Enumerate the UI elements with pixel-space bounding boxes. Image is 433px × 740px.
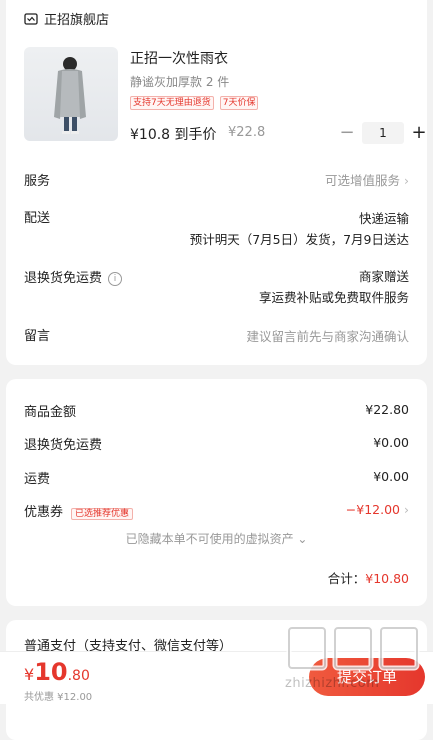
shipping-value: ¥0.00 bbox=[373, 469, 409, 484]
amount-integer: 10 bbox=[34, 658, 68, 686]
delivery-detail: 预计明天（7月5日）发货，7月9日送达 bbox=[189, 232, 409, 247]
product-image[interactable] bbox=[24, 47, 118, 141]
return-policy-tag: 支持7天无理由退货 bbox=[130, 96, 214, 110]
minus-button[interactable]: − bbox=[336, 122, 358, 144]
store-header[interactable]: 正招旗舰店 bbox=[24, 9, 109, 28]
total-row: 合计：¥10.80 bbox=[328, 568, 409, 587]
price-protect-tag: 7天价保 bbox=[219, 96, 259, 110]
goods-amount-value: ¥22.80 bbox=[365, 402, 409, 417]
pay-amount: ¥ 10 .80 bbox=[24, 658, 90, 686]
order-item-card: 正招旗舰店 正招一次性雨衣 静谧灰加厚款 2 件 支持7天无理由退货 7天价保 … bbox=[6, 0, 427, 365]
checkout-bar: ¥ 10 .80 共优惠 ¥12.00 提交订单 bbox=[0, 651, 433, 704]
coupon-value: −¥12.00 bbox=[345, 502, 400, 517]
currency-symbol: ¥ bbox=[24, 665, 35, 684]
goods-amount-label: 商品金额 bbox=[24, 405, 77, 420]
raincoat-figure bbox=[54, 57, 86, 134]
shipping-label: 运费 bbox=[24, 472, 51, 487]
plus-button[interactable]: + bbox=[408, 122, 430, 144]
store-icon bbox=[24, 12, 38, 25]
return-shipping-detail: 享运费补贴或免费取件服务 bbox=[258, 290, 409, 305]
return-shipping-text: 退换货免运费 bbox=[24, 271, 103, 286]
return-fee-value: ¥0.00 bbox=[373, 435, 409, 450]
product-spec[interactable]: 静谧灰加厚款 2 件 bbox=[130, 73, 229, 90]
message-label: 留言 bbox=[24, 329, 51, 344]
coupon-tag: 已选推荐优惠 bbox=[71, 508, 134, 520]
amount-decimal: .80 bbox=[67, 668, 90, 684]
coupon-label: 优惠券 bbox=[24, 505, 64, 520]
service-value: 可选增值服务 bbox=[324, 173, 400, 188]
original-price: ¥22.8 bbox=[228, 125, 266, 140]
chevron-right-icon: › bbox=[404, 173, 409, 188]
chevron-right-icon: › bbox=[404, 502, 409, 517]
store-name: 正招旗舰店 bbox=[44, 13, 110, 28]
product-tags: 支持7天无理由退货 7天价保 bbox=[130, 96, 259, 110]
return-fee-label: 退换货免运费 bbox=[24, 438, 103, 453]
final-price: ¥10.8 到手价 bbox=[130, 127, 217, 143]
return-shipping-value: 商家赠送 bbox=[358, 269, 409, 284]
total-label: 合计： bbox=[327, 571, 366, 586]
coupon-label-row: 优惠券 已选推荐优惠 bbox=[24, 501, 134, 520]
message-input[interactable]: 建议留言前先与商家沟通确认 bbox=[246, 326, 409, 345]
service-row[interactable]: 可选增值服务 › bbox=[325, 170, 409, 189]
total-value: ¥10.80 bbox=[365, 571, 409, 586]
quantity-stepper: − 1 + bbox=[336, 122, 430, 144]
submit-order-button[interactable]: 提交订单 bbox=[309, 658, 425, 696]
delivery-method[interactable]: 快递运输 bbox=[359, 208, 409, 227]
coupon-row[interactable]: −¥12.00 › bbox=[346, 502, 409, 517]
quantity-value[interactable]: 1 bbox=[362, 122, 404, 144]
discount-note: 共优惠 ¥12.00 bbox=[24, 692, 93, 703]
price-summary-card: 商品金额 ¥22.80 退换货免运费 ¥0.00 运费 ¥0.00 优惠券 已选推… bbox=[6, 379, 427, 606]
info-icon[interactable]: i bbox=[108, 271, 123, 286]
product-title: 正招一次性雨衣 bbox=[130, 51, 228, 67]
return-shipping-label: 退换货免运费 i bbox=[24, 267, 123, 286]
service-label: 服务 bbox=[24, 174, 51, 189]
delivery-label: 配送 bbox=[24, 211, 51, 226]
hidden-assets-toggle[interactable]: 已隐藏本单不可使用的虚拟资产 ⌄ bbox=[6, 530, 427, 547]
